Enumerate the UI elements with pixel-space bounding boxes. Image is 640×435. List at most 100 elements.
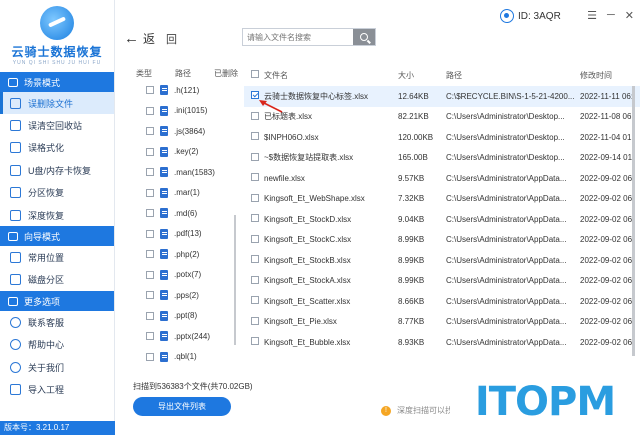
type-item[interactable]: .pptx(244) [146, 326, 236, 347]
sidebar-item-deep[interactable]: 深度恢复 [0, 204, 114, 226]
table-row[interactable]: Kingsoft_Et_WebShape.xlsx 7.32KB C:\User… [244, 189, 640, 210]
table-row[interactable]: newfile.xlsx 9.57KB C:\Users\Administrat… [244, 168, 640, 189]
checkbox[interactable] [146, 250, 154, 259]
return-button[interactable]: 回 [166, 31, 177, 47]
tab-deleted[interactable]: 已删除 [214, 68, 238, 79]
checkbox[interactable] [146, 188, 154, 197]
deep-scan-text: 深度扫描可以找 [397, 406, 453, 415]
search-box [242, 28, 376, 46]
table-row[interactable]: 云骑士数据恢复中心标签.xlsx 12.64KB C:\$RECYCLE.BIN… [244, 86, 640, 107]
cell-name: 已标题表.xlsx [264, 112, 312, 122]
table-scrollbar[interactable] [632, 86, 635, 356]
type-item[interactable]: .ini(1015) [146, 101, 236, 122]
type-item[interactable]: .pps(2) [146, 285, 236, 306]
location-icon [10, 252, 21, 264]
checkbox[interactable] [146, 332, 154, 341]
row-checkbox[interactable] [251, 316, 259, 325]
search-button[interactable] [353, 29, 375, 45]
row-checkbox[interactable] [251, 132, 259, 141]
type-label: .ppt(8) [174, 311, 198, 321]
sidebar-item-help[interactable]: 帮助中心 [0, 334, 114, 356]
menu-icon[interactable]: ☰ [587, 9, 597, 22]
row-checkbox[interactable] [251, 173, 259, 182]
type-item[interactable]: .potx(7) [146, 265, 236, 286]
tab-type[interactable]: 类型 [136, 68, 152, 79]
row-checkbox[interactable] [251, 193, 259, 202]
checkbox[interactable] [146, 106, 154, 115]
row-checkbox[interactable] [251, 255, 259, 264]
checkbox[interactable] [146, 270, 154, 279]
table-row[interactable]: 已标题表.xlsx 82.21KB C:\Users\Administrator… [244, 107, 640, 128]
row-checkbox[interactable] [251, 275, 259, 284]
close-icon[interactable]: ✕ [625, 9, 634, 22]
more-options-icon [8, 296, 18, 306]
checkbox[interactable] [146, 352, 154, 361]
cell-name: Kingsoft_Et_Bubble.xlsx [264, 337, 351, 347]
row-checkbox[interactable] [251, 234, 259, 243]
cell-size: 8.66KB [398, 296, 425, 306]
checkbox[interactable] [146, 168, 154, 177]
table-row[interactable]: ~$数据恢复站提取表.xlsx 165.00B C:\Users\Adminis… [244, 148, 640, 169]
sidebar-item-about[interactable]: 关于我们 [0, 356, 114, 378]
sidebar-item-partition[interactable]: 分区恢复 [0, 182, 114, 204]
tree-scrollbar[interactable] [234, 215, 236, 345]
checkbox[interactable] [146, 229, 154, 238]
row-checkbox-cell [244, 214, 264, 224]
type-item[interactable]: .man(1583) [146, 162, 236, 183]
row-checkbox[interactable] [251, 91, 259, 100]
tab-path[interactable]: 路径 [175, 68, 191, 79]
logo: 云骑士数据恢复 YUN QI SHI SHU JU HUI FU [0, 0, 114, 72]
section-more-options: 更多选项 [0, 291, 114, 312]
type-item[interactable]: .ppt(8) [146, 306, 236, 327]
column-size[interactable]: 大小 [398, 70, 446, 81]
row-checkbox[interactable] [251, 296, 259, 305]
table-row[interactable]: Kingsoft_Et_StockB.xlsx 8.99KB C:\Users\… [244, 250, 640, 271]
sidebar-item-deleted-files[interactable]: 误删除文件 [0, 92, 114, 115]
table-row[interactable]: Kingsoft_Et_StockC.xlsx 8.99KB C:\Users\… [244, 230, 640, 251]
table-row[interactable]: Kingsoft_Et_StockA.xlsx 8.99KB C:\Users\… [244, 271, 640, 292]
row-checkbox[interactable] [251, 337, 259, 346]
table-row[interactable]: $INPH06O.xlsx 120.00KB C:\Users\Administ… [244, 127, 640, 148]
column-modified[interactable]: 修改时间 [580, 70, 640, 81]
checkbox[interactable] [146, 147, 154, 156]
cell-size: 8.99KB [398, 255, 425, 265]
sidebar-item-contact[interactable]: 联系客服 [0, 311, 114, 333]
sidebar-item-disk-partition[interactable]: 磁盘分区 [0, 269, 114, 291]
type-item[interactable]: .qbl(1) [146, 347, 236, 368]
document-icon [160, 351, 168, 362]
sidebar-item-import[interactable]: 导入工程 [0, 378, 114, 400]
type-item[interactable]: .js(3864) [146, 121, 236, 142]
row-checkbox[interactable] [251, 214, 259, 223]
export-list-button[interactable]: 导出文件列表 [133, 397, 231, 416]
sidebar-item-common-location[interactable]: 常用位置 [0, 246, 114, 268]
type-item[interactable]: .md(6) [146, 203, 236, 224]
checkbox[interactable] [146, 209, 154, 218]
checkbox[interactable] [146, 291, 154, 300]
sidebar-item-usb[interactable]: U盘/内存卡恢复 [0, 159, 114, 181]
type-label: .js(3864) [174, 126, 206, 136]
sidebar-item-format[interactable]: 误格式化 [0, 137, 114, 159]
checkbox[interactable] [146, 127, 154, 136]
table-row[interactable]: Kingsoft_Et_Scatter.xlsx 8.66KB C:\Users… [244, 291, 640, 312]
row-checkbox[interactable] [251, 152, 259, 161]
checkbox[interactable] [146, 86, 154, 95]
document-icon [160, 249, 168, 260]
column-filename[interactable]: 文件名 [264, 70, 398, 81]
type-item[interactable]: .h(121) [146, 80, 236, 101]
section-scene-mode: 场景模式 [0, 72, 114, 92]
table-row[interactable]: Kingsoft_Et_StockD.xlsx 9.04KB C:\Users\… [244, 209, 640, 230]
column-path[interactable]: 路径 [446, 70, 580, 81]
back-button[interactable]: ← 返 [124, 30, 155, 47]
type-item[interactable]: .php(2) [146, 244, 236, 265]
type-item[interactable]: .key(2) [146, 142, 236, 163]
select-all-checkbox[interactable] [251, 70, 259, 78]
checkbox[interactable] [146, 311, 154, 320]
minimize-icon[interactable]: ─ [607, 9, 615, 22]
type-item[interactable]: .pdf(13) [146, 224, 236, 245]
type-item[interactable]: .mar(1) [146, 183, 236, 204]
sidebar-item-recycle-bin[interactable]: 误清空回收站 [0, 114, 114, 136]
table-row[interactable]: Kingsoft_Et_Pie.xlsx 8.77KB C:\Users\Adm… [244, 312, 640, 333]
table-row[interactable]: Kingsoft_Et_Bubble.xlsx 8.93KB C:\Users\… [244, 332, 640, 353]
search-input[interactable] [243, 29, 353, 45]
user-id[interactable]: ID: 3AQR [500, 9, 561, 23]
